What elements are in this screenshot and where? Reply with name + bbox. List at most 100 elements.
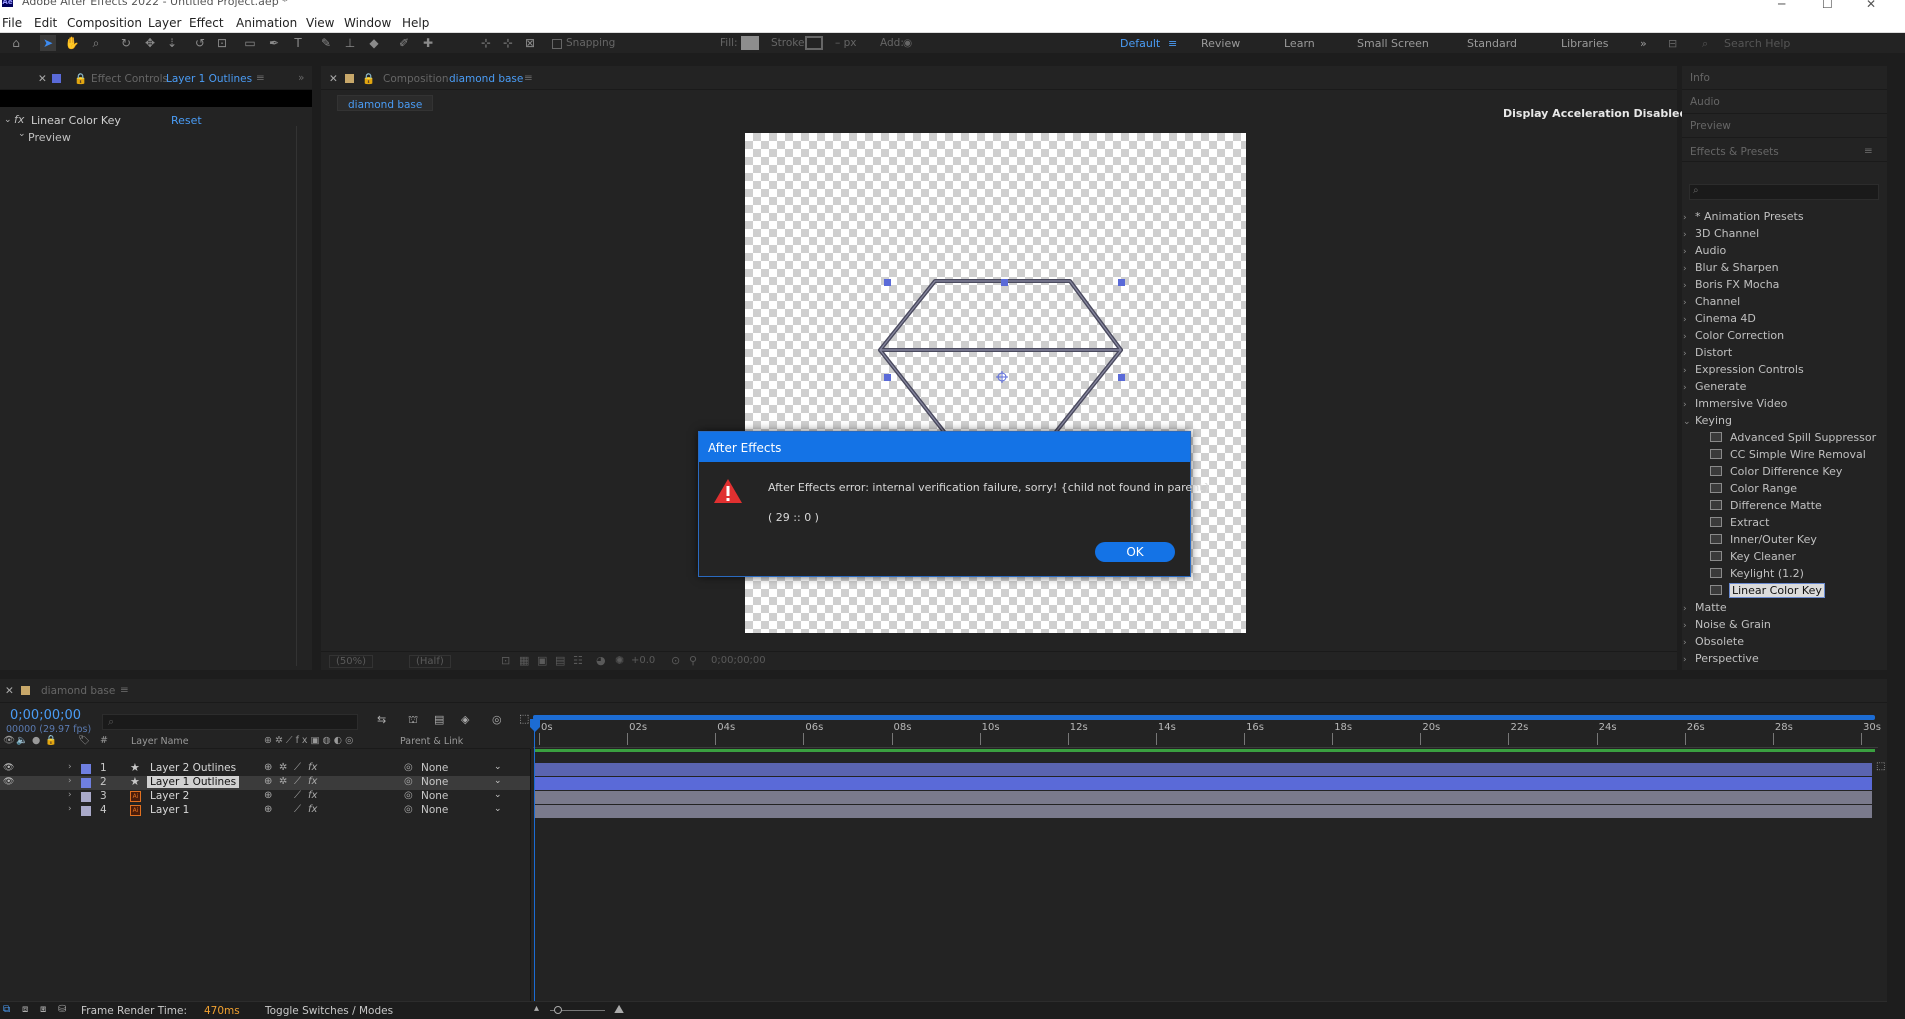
comp-flowchart-icon[interactable]: ⇆ — [377, 713, 386, 726]
maximize-icon[interactable]: ☐ — [1822, 0, 1833, 11]
layer-name[interactable]: Layer 1 — [150, 804, 189, 816]
fx-category[interactable]: › 3D Channel — [1683, 227, 1759, 240]
layer-color-label[interactable] — [81, 792, 91, 802]
transfer-controls-icon[interactable]: ⧈ — [22, 1004, 28, 1015]
shy-switch-icon[interactable]: ⊕ — [264, 790, 272, 801]
graph-editor-icon[interactable]: ⬚ — [519, 712, 529, 725]
menu-view[interactable]: View — [306, 16, 334, 30]
visibility-eye-icon[interactable]: 👁 — [3, 777, 14, 787]
av-features-icon[interactable]: 👁 — [3, 735, 15, 746]
zoom-in-icon[interactable]: ⛰ — [614, 1002, 624, 1017]
close-comp-tab-icon[interactable]: ✕ — [329, 73, 338, 85]
menu-composition[interactable]: Composition — [67, 16, 142, 30]
rectangle-tool-icon[interactable]: ▭ — [242, 35, 258, 51]
collapse-switch-icon[interactable]: ✲ — [279, 762, 287, 773]
comp-breadcrumb[interactable]: diamond base — [337, 95, 434, 111]
shy-switch-icon[interactable]: ⊕ — [264, 762, 272, 773]
pen-tool-icon[interactable]: ✒ — [266, 35, 282, 51]
fx-keying-item[interactable]: Color Range — [1710, 482, 1797, 495]
minimize-icon[interactable]: ─ — [1778, 0, 1785, 11]
workspace-standard[interactable]: Standard — [1467, 37, 1517, 50]
timeline-current-time[interactable]: 0;00;00;00 — [10, 708, 81, 723]
layer-expand-icon[interactable]: › — [68, 804, 72, 814]
quality-switch-icon[interactable]: ⟋ — [294, 762, 301, 773]
pick-whip-icon[interactable]: ◎ — [404, 804, 413, 815]
quality-switch-icon[interactable]: ⟋ — [294, 790, 301, 801]
stroke-swatch[interactable] — [805, 36, 823, 50]
shy-switch-icon[interactable]: ⊕ — [264, 804, 272, 815]
menu-layer[interactable]: Layer — [148, 16, 181, 30]
local-axis-icon[interactable]: ⊹ — [478, 35, 494, 51]
effects-presets-header[interactable]: Effects & Presets ≡ — [1682, 138, 1887, 162]
frame-blending-icon[interactable]: ◈ — [461, 713, 469, 726]
roto-brush-icon[interactable]: ✐ — [396, 35, 412, 51]
workspace-learn[interactable]: Learn — [1284, 37, 1315, 50]
anchor-tool-icon[interactable]: ⊡ — [214, 35, 230, 51]
comp-current-time[interactable]: 0;00;00;00 — [711, 655, 766, 666]
fx-keying-item[interactable]: Key Cleaner — [1710, 550, 1796, 563]
parent-dropdown[interactable]: None ⌄ — [421, 776, 506, 789]
preview-panel-header[interactable]: Preview — [1682, 114, 1887, 138]
info-panel-header[interactable]: Info — [1682, 66, 1887, 90]
visibility-eye-icon[interactable]: 👁 — [3, 763, 14, 773]
fx-icon[interactable]: fx — [14, 113, 24, 126]
orbit-tool-icon[interactable]: ↻ — [118, 35, 134, 51]
menu-file[interactable]: File — [2, 16, 22, 30]
fx-category[interactable]: › * Animation Presets — [1683, 210, 1804, 223]
work-area-bar[interactable] — [533, 715, 1875, 720]
workspace-review[interactable]: Review — [1201, 37, 1240, 50]
exposure-reset-icon[interactable]: ✺ — [615, 654, 624, 667]
fx-category[interactable]: › Color Correction — [1683, 329, 1784, 342]
panel-menu-icon[interactable]: ≡ — [256, 72, 265, 84]
menu-window[interactable]: Window — [344, 16, 391, 30]
layer-row[interactable]: 👁 › 1 ★ Layer 2 Outlines ⊕ ✲ ⟋ fx ◎ None… — [0, 761, 530, 776]
fx-category[interactable]: › Blur & Sharpen — [1683, 261, 1779, 274]
expand-panel-icon[interactable]: » — [298, 72, 304, 84]
rotate-tool-icon[interactable]: ↺ — [192, 35, 208, 51]
fx-keying-item[interactable]: Difference Matte — [1710, 499, 1822, 512]
fx-keying-item[interactable]: CC Simple Wire Removal — [1710, 448, 1866, 461]
reset-button[interactable]: Reset — [171, 114, 202, 127]
layer-name[interactable]: Layer 2 Outlines — [150, 762, 236, 774]
layer-name-column[interactable]: Layer Name — [131, 736, 189, 747]
fx-category[interactable]: › Distort — [1683, 346, 1732, 359]
fx-keying-item[interactable]: Inner/Outer Key — [1710, 533, 1817, 546]
fx-category[interactable]: › Channel — [1683, 295, 1740, 308]
close-window-icon[interactable]: ✕ — [1866, 0, 1876, 11]
layer-name[interactable]: Layer 1 Outlines — [147, 776, 240, 788]
comp-panel-menu-icon[interactable]: ≡ — [524, 72, 533, 84]
fx-category[interactable]: › Audio — [1683, 244, 1726, 257]
workspace-small-screen[interactable]: Small Screen — [1357, 37, 1429, 50]
dolly-tool-icon[interactable]: ⇣ — [164, 35, 180, 51]
close-timeline-icon[interactable]: ✕ — [5, 685, 14, 697]
color-management-icon[interactable]: ◕ — [596, 654, 606, 667]
add-icon[interactable]: ◉ — [903, 37, 912, 49]
timeline-zoom-thumb[interactable] — [554, 1006, 562, 1014]
parent-dropdown[interactable]: None ⌄ — [421, 762, 506, 775]
layer-bar[interactable] — [535, 763, 1872, 776]
transparency-grid-icon[interactable]: ▦ — [519, 654, 529, 667]
selection-tool-icon[interactable]: ➤ — [40, 35, 56, 51]
layer-switches-icon[interactable]: ⧉ — [3, 1004, 10, 1015]
fx-category[interactable]: › Cinema 4D — [1683, 312, 1756, 325]
fx-category[interactable]: › Noise & Grain — [1683, 618, 1771, 631]
ok-button[interactable]: OK — [1095, 542, 1175, 562]
fx-category[interactable]: › Immersive Video — [1683, 397, 1787, 410]
layer-expand-icon[interactable]: › — [68, 762, 72, 772]
comp-button-icon[interactable]: ⬚ — [1876, 761, 1885, 772]
render-time-icon[interactable]: ⛁ — [58, 1004, 66, 1015]
layer-row-selected[interactable]: 👁 › 2 ★ Layer 1 Outlines ⊕ ✲ ⟋ fx ◎ None… — [0, 775, 530, 790]
exposure-value[interactable]: +0.0 — [631, 655, 655, 666]
timeline-split-divider[interactable] — [530, 749, 531, 1001]
effect-controls-layer[interactable]: Layer 1 Outlines — [166, 73, 252, 85]
effect-controls-tab-prefix[interactable]: Effect Controls — [91, 73, 168, 85]
effects-menu-icon[interactable]: ≡ — [1864, 145, 1873, 157]
effect-expand-icon[interactable]: ⌄ — [4, 115, 12, 125]
comp-tab-name[interactable]: diamond base — [449, 73, 523, 85]
layer-expand-icon[interactable]: › — [68, 790, 72, 800]
fx-category[interactable]: › Obsolete — [1683, 635, 1744, 648]
layer-row[interactable]: › 3 Ai Layer 2 ⊕ ⟋ fx ◎ None ⌄ — [0, 790, 530, 804]
type-tool-icon[interactable]: T — [290, 35, 306, 51]
fx-category[interactable]: › Generate — [1683, 380, 1746, 393]
draft-3d-icon[interactable]: ⛫ — [408, 713, 418, 728]
